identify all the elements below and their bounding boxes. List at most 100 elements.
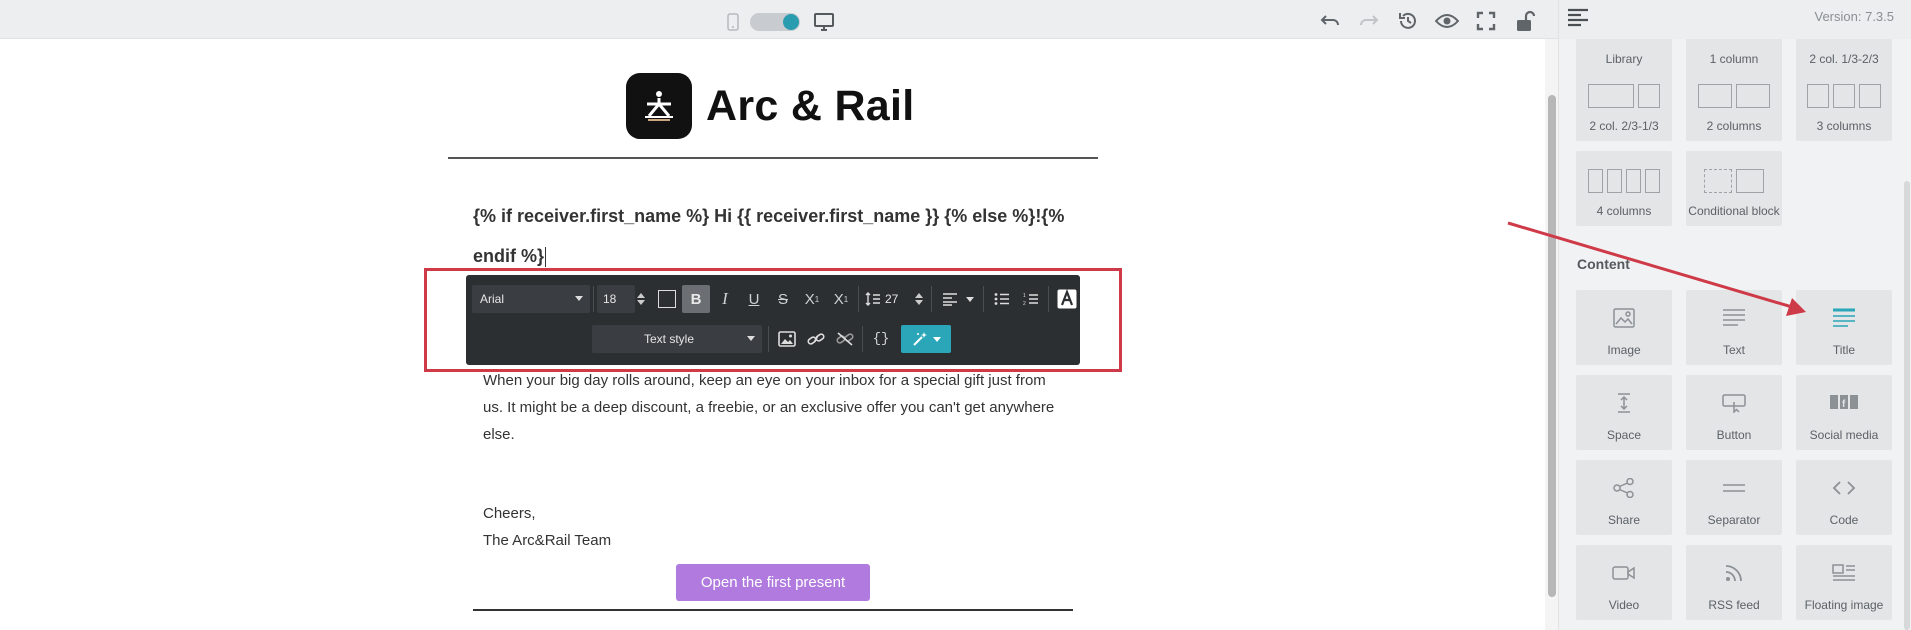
tile-space[interactable]: Space	[1576, 375, 1672, 450]
svg-text:2: 2	[1023, 301, 1026, 306]
desktop-icon[interactable]	[810, 8, 837, 35]
panel-scrollbar-thumb[interactable]	[1904, 181, 1910, 630]
top-toolbar	[0, 0, 1558, 39]
preview-eye-icon[interactable]	[1433, 7, 1460, 34]
tile-button[interactable]: Button	[1686, 375, 1782, 450]
ai-assistant-button[interactable]	[901, 325, 951, 353]
tile-label: Separator	[1707, 513, 1761, 527]
chevron-down-icon[interactable]	[915, 300, 923, 305]
remove-link-icon[interactable]	[831, 325, 859, 353]
signoff-block[interactable]: Cheers, The Arc&Rail Team	[483, 500, 611, 554]
fullscreen-icon[interactable]	[1472, 7, 1499, 34]
topbar-actions	[1316, 7, 1538, 34]
signoff-line-2: The Arc&Rail Team	[483, 532, 612, 549]
tile-text[interactable]: Text	[1686, 290, 1782, 365]
insert-link-icon[interactable]	[802, 325, 830, 353]
tile-floating-image[interactable]: Floating image	[1796, 545, 1892, 620]
align-left-icon[interactable]	[936, 285, 964, 313]
italic-button[interactable]: I	[711, 285, 739, 313]
unlock-icon[interactable]	[1511, 7, 1538, 34]
format-row-2: Text style {}	[592, 324, 951, 354]
tile-rss-feed[interactable]: RSS feed	[1686, 545, 1782, 620]
signoff-line-1: Cheers,	[483, 505, 536, 522]
text-style-value: Text style	[643, 332, 694, 346]
tile-conditional-block[interactable]: Conditional block	[1686, 151, 1782, 226]
cta-button[interactable]: Open the first present	[676, 564, 870, 601]
footer-divider	[473, 609, 1073, 611]
blocks-list[interactable]: Library 1 column 2 col. 1/3-2/3 2 col. 2…	[1559, 39, 1911, 630]
subscript-button[interactable]: X1	[798, 285, 826, 313]
line-height-stepper[interactable]	[915, 293, 923, 305]
text-style-select[interactable]: Text style	[592, 325, 762, 353]
mobile-icon[interactable]	[726, 8, 740, 35]
bold-button[interactable]: B	[682, 285, 710, 313]
tile-label: Social media	[1809, 428, 1879, 442]
toolbar-separator	[1048, 286, 1049, 312]
text-color-button[interactable]	[653, 285, 681, 313]
text-lines-icon	[1686, 308, 1782, 326]
line-height-icon	[863, 285, 883, 313]
social-media-icon: f	[1796, 393, 1892, 411]
chevron-down-icon[interactable]	[966, 296, 974, 302]
history-icon[interactable]	[1394, 7, 1421, 34]
tile-title[interactable]: Title	[1796, 290, 1892, 365]
line-height-input[interactable]: 27	[883, 285, 913, 313]
header-divider	[448, 157, 1098, 159]
tile-social-media[interactable]: f Social media	[1796, 375, 1892, 450]
body-line-3: else.	[483, 426, 515, 443]
text-cursor	[545, 247, 547, 268]
chevron-up-icon[interactable]	[637, 293, 645, 298]
canvas-scrollbar[interactable]	[1545, 39, 1558, 630]
greeting-title[interactable]: {% if receiver.first_name %} Hi {{ recei…	[473, 196, 1073, 276]
text-background-icon[interactable]	[1053, 285, 1081, 313]
panel-header: Version: 7.3.5	[1559, 0, 1911, 39]
font-size-stepper[interactable]	[637, 293, 645, 305]
tile-label: Space	[1606, 428, 1642, 442]
panel-menu-icon[interactable]	[1567, 8, 1589, 33]
undo-icon[interactable]	[1316, 7, 1343, 34]
share-icon	[1576, 478, 1672, 498]
tile-label: Share	[1607, 513, 1641, 527]
three-columns-icon	[1796, 84, 1892, 108]
redo-icon[interactable]	[1355, 7, 1382, 34]
font-size-input[interactable]: 18	[597, 285, 635, 313]
toolbar-separator	[768, 326, 769, 352]
space-icon	[1576, 393, 1672, 413]
strikethrough-button[interactable]: S	[769, 285, 797, 313]
tile-code[interactable]: Code	[1796, 460, 1892, 535]
tile-2-col-2-3-1-3[interactable]: 2 col. 2/3-1/3	[1576, 66, 1672, 141]
device-switcher	[726, 8, 837, 35]
tile-share[interactable]: Share	[1576, 460, 1672, 535]
merge-tags-icon[interactable]: {}	[867, 325, 895, 353]
video-icon	[1576, 563, 1672, 583]
color-swatch-icon	[658, 290, 676, 308]
chevron-down-icon[interactable]	[637, 300, 645, 305]
font-size-value: 18	[603, 292, 617, 306]
tile-4-columns[interactable]: 4 columns	[1576, 151, 1672, 226]
body-paragraph[interactable]: When your big day rolls around, keep an …	[483, 367, 1073, 448]
greeting-line-2-text: endif %}	[473, 246, 545, 266]
tile-video[interactable]: Video	[1576, 545, 1672, 620]
svg-text:1: 1	[1023, 293, 1026, 299]
tile-image[interactable]: Image	[1576, 290, 1672, 365]
font-family-select[interactable]: Arial	[472, 285, 590, 313]
superscript-button[interactable]: X1	[827, 285, 855, 313]
tile-label: 2 columns	[1706, 119, 1762, 133]
numbered-list-icon[interactable]: 12	[1017, 285, 1045, 313]
tile-label: Image	[1607, 343, 1641, 357]
tile-2-columns[interactable]: 2 columns	[1686, 66, 1782, 141]
rss-icon	[1686, 563, 1782, 583]
bullet-list-icon[interactable]	[988, 285, 1016, 313]
tile-separator[interactable]: Separator	[1686, 460, 1782, 535]
chevron-up-icon[interactable]	[915, 293, 923, 298]
toggle-knob	[783, 13, 799, 30]
insert-image-icon[interactable]	[773, 325, 801, 353]
canvas-scrollbar-thumb[interactable]	[1548, 95, 1556, 597]
tile-3-columns[interactable]: 3 columns	[1796, 66, 1892, 141]
underline-button[interactable]: U	[740, 285, 768, 313]
content-section-title: Content	[1577, 256, 1630, 272]
code-icon	[1796, 478, 1892, 498]
device-toggle[interactable]	[750, 12, 800, 31]
tile-label: Floating image	[1804, 598, 1884, 612]
logo-block[interactable]: Arc & Rail	[626, 73, 915, 139]
